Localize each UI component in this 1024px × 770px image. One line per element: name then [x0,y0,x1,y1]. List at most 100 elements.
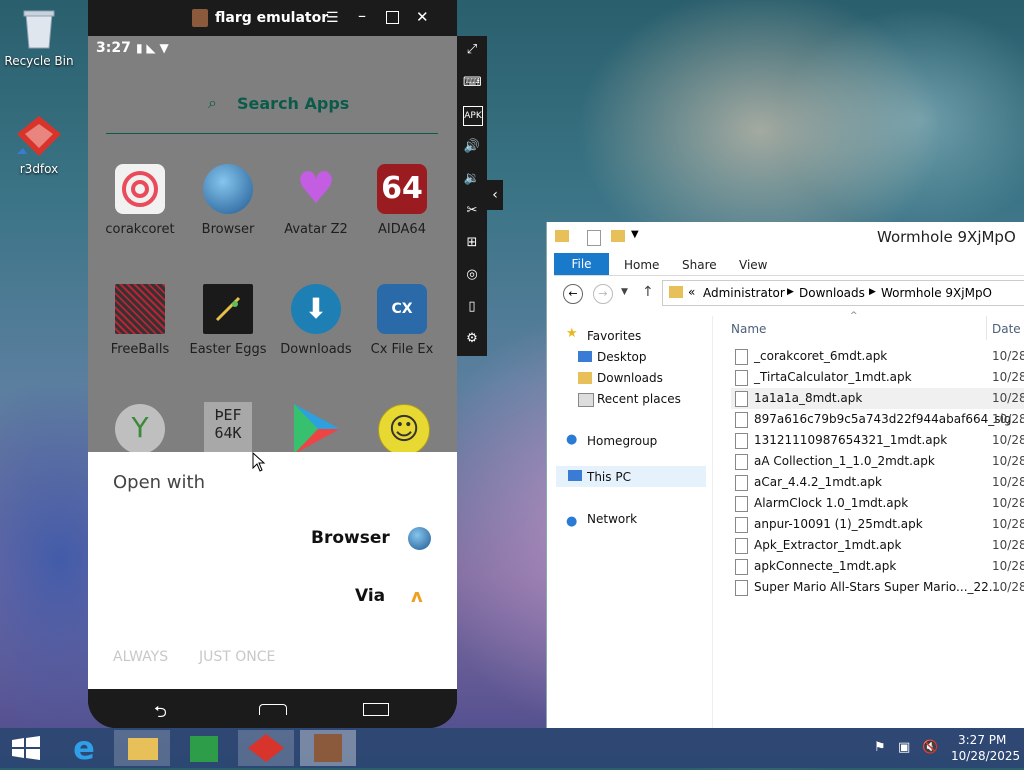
fullscreen-icon[interactable]: ⤢ [463,41,481,59]
nav-network[interactable]: Network [587,512,637,526]
nav-recent-places[interactable]: Recent places [597,392,681,406]
emulator-app-icon [192,9,208,27]
emulator-menu-icon[interactable]: ☰ [326,10,339,26]
app-avatar[interactable]: ♥ Avatar Z2 [273,164,359,238]
address-bar[interactable]: « Administrator ▶ Downloads ▶ Wormhole 9… [662,280,1024,306]
shake-icon[interactable]: ▯ [463,298,481,316]
easter-eggs-icon [203,284,253,334]
file-row[interactable]: Super Mario All-Stars Super Mario..._22.… [731,577,1024,598]
file-row[interactable]: Apk_Extractor_1mdt.apk 10/28/ [731,535,1024,556]
home-tab[interactable]: Home [624,258,659,272]
nav-downloads[interactable]: Downloads [597,371,663,385]
app-aida64[interactable]: 64 AIDA64 [359,164,445,237]
settings-gear-icon[interactable]: ⚙ [463,330,481,348]
view-tab[interactable]: View [739,258,767,272]
r3dfox-taskbar-icon[interactable] [238,730,294,766]
recycle-bin-icon[interactable]: Recycle Bin [1,6,77,68]
keyboard-icon[interactable]: ⌨ [463,74,482,92]
new-folder-icon[interactable] [611,230,625,242]
flarg-taskbar-icon[interactable] [300,730,356,766]
option-browser[interactable]: Browser [288,524,438,554]
app-corakcoret[interactable]: corakcoret [97,164,183,237]
nav-pane: ★ Favorites Desktop Downloads Recent pla… [554,316,713,728]
nav-favorites[interactable]: Favorites [587,329,641,343]
status-icons: ▮ ◣ ▼ [136,41,169,55]
explorer-window: ▼ Wormhole 9XjMpO File Home Share View ←… [546,222,1024,728]
recents-icon[interactable] [363,703,389,716]
file-row[interactable]: apkConnecte_1mdt.apk 10/28/ [731,556,1024,577]
breadcrumb-downloads[interactable]: Downloads [799,286,865,300]
nav-thispc[interactable]: This PC [587,470,631,484]
app-partial-2-icon[interactable]: ÞEF 64K [204,402,252,452]
emulator-titlebar[interactable]: flarg emulator ☰ – ✕ [88,0,457,36]
column-date[interactable]: Date m [992,322,1024,336]
emulator-close-icon[interactable]: ✕ [416,8,429,26]
clock-time[interactable]: 3:27 PM [958,733,1006,747]
file-tab[interactable]: File [554,253,609,275]
back-icon[interactable]: ⮌ [154,701,167,728]
r3dfox-icon[interactable]: r3dfox [1,114,77,176]
smiley-icon[interactable]: ☺ [378,404,430,456]
up-button[interactable]: ↑ [642,284,654,300]
file-row[interactable]: _TirtaCalculator_1mdt.apk 10/28/ [731,367,1024,388]
file-row[interactable]: AlarmClock 1.0_1mdt.apk 10/28/ [731,493,1024,514]
explorer-titlebar[interactable]: ▼ Wormhole 9XjMpO [547,222,1024,252]
app-label: Downloads [280,342,352,357]
collapse-toolbar-icon[interactable]: ‹ [487,180,503,210]
computer-icon [568,470,582,481]
file-name: _TirtaCalculator_1mdt.apk [754,370,912,384]
file-row[interactable]: 13121110987654321_1mdt.apk 10/28/ [731,430,1024,451]
file-name: AlarmClock 1.0_1mdt.apk [754,496,909,510]
share-tab[interactable]: Share [682,258,717,272]
breadcrumb-sep-2: ▶ [869,287,876,297]
app-cx-file-explorer[interactable]: CX Cx File Ex [359,284,445,357]
properties-icon[interactable] [587,230,601,246]
breadcrumb-administrator[interactable]: Administrator [703,286,785,300]
file-row[interactable]: _corakcoret_6mdt.apk 10/28/ [731,346,1024,367]
search-apps-input[interactable]: Search Apps [237,94,349,113]
breadcrumb-overflow[interactable]: « [688,285,695,299]
chevron-down-icon[interactable]: ▼ [631,229,639,240]
file-explorer-taskbar-icon[interactable] [114,730,170,766]
just-once-button[interactable]: JUST ONCE [199,649,275,665]
app-downloads[interactable]: ⬇ Downloads [273,284,359,357]
volume-muted-icon[interactable]: 🔇 [922,740,938,755]
always-button[interactable]: ALWAYS [113,649,168,665]
app-label: Browser [201,222,255,237]
file-row[interactable]: 897a616c79b9c5a743d22f944abaf664_sig... 1… [731,409,1024,430]
column-divider [986,316,987,340]
location-icon[interactable]: ◎ [463,266,481,284]
add-window-icon[interactable]: ⊞ [463,234,481,252]
apk-install-icon[interactable]: APK [463,106,483,126]
home-icon[interactable] [259,704,287,715]
start-button[interactable] [0,730,56,766]
file-row[interactable]: 1a1a1a_8mdt.apk 10/28/ [731,388,1024,409]
emulator-minimize-icon[interactable]: – [358,6,366,25]
app-easter-eggs[interactable]: Easter Eggs [185,284,271,357]
nav-desktop[interactable]: Desktop [597,350,647,364]
network-tray-icon[interactable]: ▣ [898,740,910,755]
file-row[interactable]: anpur-10091 (1)_25mdt.apk 10/28/ [731,514,1024,535]
app-freeballs[interactable]: FreeBalls [97,284,183,357]
forward-button[interactable]: → [593,284,613,304]
recent-locations-icon[interactable]: ▼ [621,287,628,297]
flag-icon[interactable]: ⚑ [874,740,886,755]
column-name[interactable]: Name [731,322,766,336]
app-browser[interactable]: Browser [185,164,271,237]
clock-date[interactable]: 10/28/2025 [951,749,1020,763]
store-icon[interactable] [176,730,232,766]
breadcrumb-current[interactable]: Wormhole 9XjMpO [881,286,992,300]
file-row[interactable]: aA Collection_1_1.0_2mdt.apk 10/28/ [731,451,1024,472]
scissors-icon[interactable]: ✂ [463,202,481,220]
app-partial-1-icon[interactable]: Y [115,404,165,454]
nav-homegroup[interactable]: Homegroup [587,434,657,448]
back-button[interactable]: ← [563,284,583,304]
file-name: 1a1a1a_8mdt.apk [754,391,863,405]
ie-icon[interactable]: e [56,730,112,766]
option-via[interactable]: Via ʌ [338,582,438,612]
file-icon [735,474,748,491]
emulator-maximize-icon[interactable] [386,11,399,24]
volume-down-icon[interactable]: 🔉 [463,170,481,188]
file-row[interactable]: aCar_4.4.2_1mdt.apk 10/28/ [731,472,1024,493]
volume-up-icon[interactable]: 🔊 [463,138,481,156]
